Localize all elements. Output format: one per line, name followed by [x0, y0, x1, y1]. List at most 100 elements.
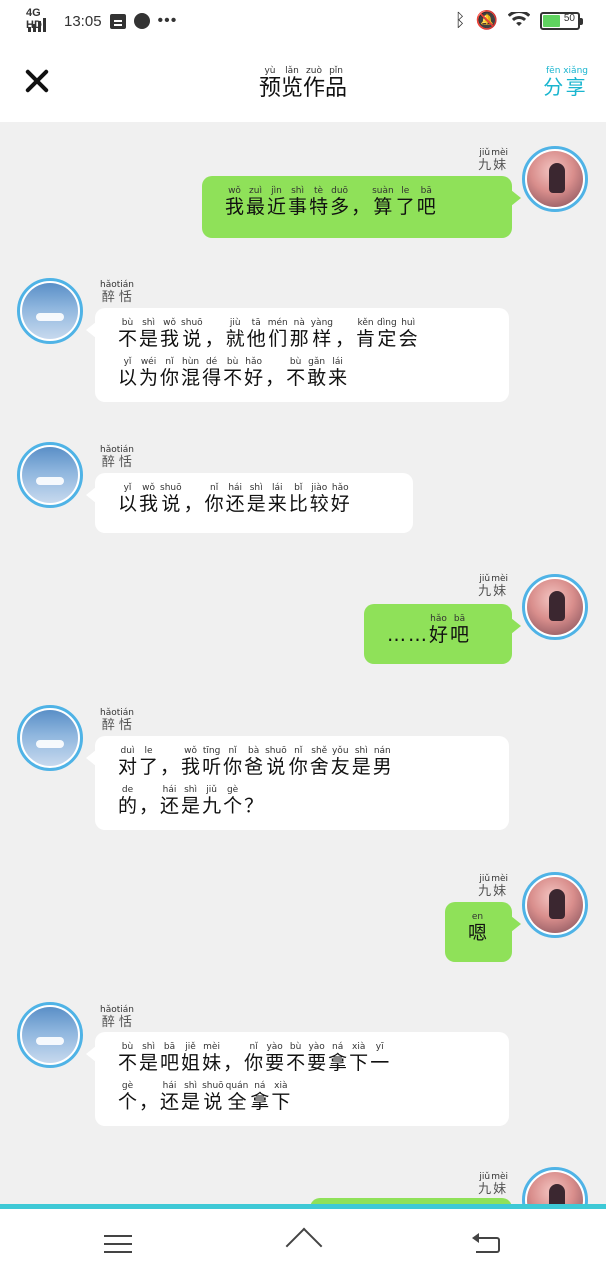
- avatar-jiumei[interactable]: [522, 872, 588, 938]
- moon-icon: [133, 13, 150, 29]
- ruby-char: 说shuō: [202, 1081, 224, 1113]
- ruby-char: 了le: [139, 746, 159, 778]
- status-right: ᛒ 🔕 50: [454, 10, 583, 31]
- sent-message-bubble[interactable]: … … 好hǎo吧bā: [364, 604, 521, 664]
- ruby-char: 品pǐn: [325, 66, 348, 101]
- sender-name: 醉hǎo恬tián: [100, 280, 134, 305]
- ruby-char: 醉hǎo: [100, 1005, 117, 1030]
- home-icon[interactable]: [284, 1227, 324, 1265]
- ruby-char: 吧bā: [416, 186, 436, 218]
- menu-icon[interactable]: [104, 1233, 132, 1255]
- ruby-char: ，: [204, 328, 224, 350]
- ruby-char: 特tè: [309, 186, 329, 218]
- ruby-char: 定dìng: [377, 318, 397, 350]
- ruby-char: 醉hǎo: [100, 708, 117, 733]
- ruby-char: 好hǎo: [429, 614, 449, 646]
- status-left: 4G HD 13:05 •••: [26, 7, 177, 32]
- sender-name: 醉hǎo恬tián: [100, 445, 134, 470]
- ruby-char: 九jiǔ: [478, 574, 492, 599]
- ruby-char: 的de: [118, 785, 138, 817]
- ruby-char: 不bù: [118, 1042, 138, 1074]
- ruby-char: 醉hǎo: [100, 280, 117, 305]
- ruby-char: ，: [183, 493, 203, 515]
- sender-name: 九jiǔ妹mèi: [478, 874, 508, 899]
- ruby-char: 是shì: [139, 1042, 159, 1074]
- received-message-bubble[interactable]: 对duì了le， 我wǒ听tīng你nǐ爸bà说shuō你nǐ舍shě友yǒu是…: [86, 736, 509, 830]
- ruby-char: 恬tián: [116, 445, 134, 470]
- ruby-char: 恬tián: [116, 1005, 134, 1030]
- ruby-char: 说shuō: [160, 483, 182, 515]
- share-button[interactable]: 分fēn享xiǎng: [543, 66, 588, 100]
- ruby-char: 比bǐ: [288, 483, 308, 515]
- ruby-char: 是shì: [246, 483, 266, 515]
- message-line: 以yǐ为wéi你nǐ混hùn得dé不bù好hǎo， 不bù敢gǎn来lái: [117, 357, 487, 396]
- avatar-jiumei[interactable]: [522, 1167, 588, 1204]
- ruby-char: 算suàn: [372, 186, 394, 218]
- ruby-char: ，: [160, 756, 180, 778]
- ruby-char: 全quán: [225, 1081, 249, 1113]
- ruby-char: 分fēn: [543, 66, 564, 99]
- avatar-haotian[interactable]: [17, 278, 83, 344]
- bluetooth-icon: ᛒ: [454, 10, 466, 31]
- ruby-char: 了le: [395, 186, 415, 218]
- ruby-char: 好hǎo: [330, 483, 350, 515]
- app-header: 预yù览lǎn作zuò品pǐn 分fēn享xiǎng: [0, 46, 606, 122]
- back-icon[interactable]: [472, 1233, 502, 1255]
- ruby-char: 会huì: [398, 318, 418, 350]
- ruby-char: 近jìn: [267, 186, 287, 218]
- received-message-bubble[interactable]: 不bù是shì我wǒ说shuō， 就jiù他tā们mén那nà样yàng， 肯k…: [86, 308, 509, 402]
- message-line: 嗯en: [467, 912, 490, 951]
- ruby-char: 说shuō: [181, 318, 203, 350]
- avatar-jiumei[interactable]: [522, 574, 588, 640]
- ruby-char: 我wǒ: [181, 746, 201, 778]
- message-line: 对duì了le， 我wǒ听tīng你nǐ爸bà说shuō你nǐ舍shě友yǒu是…: [117, 746, 487, 785]
- sent-message-bubble[interactable]: 嗯en: [445, 902, 521, 962]
- ruby-char: 我wǒ: [225, 186, 245, 218]
- ruby-char: 舍shě: [309, 746, 329, 778]
- received-message-bubble[interactable]: 不bù是shì吧bā姐jiě妹mèi， 你nǐ要yào不bù要yào拿ná下xi…: [86, 1032, 509, 1126]
- ruby-char: ，: [139, 795, 159, 817]
- ruby-char: 不bù: [223, 357, 243, 389]
- ruby-char: ，: [223, 1052, 243, 1074]
- avatar-haotian[interactable]: [17, 442, 83, 508]
- message-line: … … 好hǎo吧bā: [386, 614, 490, 653]
- ruby-char: 那nà: [289, 318, 309, 350]
- ruby-char: 嗯en: [468, 912, 488, 944]
- ruby-char: 为wéi: [139, 357, 159, 389]
- sender-name: 醉hǎo恬tián: [100, 1005, 134, 1030]
- avatar-haotian[interactable]: [17, 1002, 83, 1068]
- ruby-char: 男nán: [372, 746, 392, 778]
- ruby-char: ，: [139, 1091, 159, 1113]
- ruby-char: 事shì: [288, 186, 308, 218]
- ruby-char: 妹mèi: [491, 148, 508, 173]
- mute-icon: 🔕: [475, 10, 498, 31]
- ruby-char: 是shì: [181, 1081, 201, 1113]
- ruby-char: 得dé: [202, 357, 222, 389]
- ruby-char: ？: [244, 795, 264, 817]
- ruby-char: 是shì: [351, 746, 371, 778]
- avatar-jiumei[interactable]: [522, 146, 588, 212]
- ruby-char: 肯kěn: [356, 318, 376, 350]
- sent-message-bubble[interactable]: 我wǒ最zuì近jìn事shì特tè多duō， 算suàn了le吧bā: [202, 176, 521, 238]
- ruby-char: 以yǐ: [118, 483, 138, 515]
- wifi-icon: [508, 12, 530, 30]
- ruby-char: 多duō: [330, 186, 350, 218]
- status-bar: 4G HD 13:05 ••• ᛒ 🔕 50: [0, 0, 606, 46]
- received-message-bubble[interactable]: 以yǐ我wǒ说shuō， 你nǐ还hái是shì来lái比bǐ较jiào好hǎo: [86, 473, 413, 533]
- signal-icon: 4G HD: [26, 7, 56, 32]
- message-line: 以yǐ我wǒ说shuō， 你nǐ还hái是shì来lái比bǐ较jiào好hǎo: [117, 483, 391, 522]
- ruby-char: 你nǐ: [244, 1042, 264, 1074]
- message-line: 的de， 还hái是shì九jiǔ个gè？: [117, 785, 487, 824]
- ruby-char: 友yǒu: [330, 746, 350, 778]
- ruby-char: 我wǒ: [160, 318, 180, 350]
- ruby-char: 就jiù: [225, 318, 245, 350]
- ruby-char: 姐jiě: [181, 1042, 201, 1074]
- ruby-char: 个gè: [223, 785, 243, 817]
- message-line: 不bù是shì我wǒ说shuō， 就jiù他tā们mén那nà样yàng， 肯k…: [117, 318, 487, 357]
- ruby-char: 吧bā: [160, 1042, 180, 1074]
- sender-name: 九jiǔ妹mèi: [478, 574, 508, 599]
- avatar-haotian[interactable]: [17, 705, 83, 771]
- ruby-char: 妹mèi: [491, 874, 508, 899]
- chat-area[interactable]: 九jiǔ妹mèi 我wǒ最zuì近jìn事shì特tè多duō， 算suàn了le…: [0, 122, 606, 1204]
- ruby-char: 妹mèi: [491, 1172, 508, 1197]
